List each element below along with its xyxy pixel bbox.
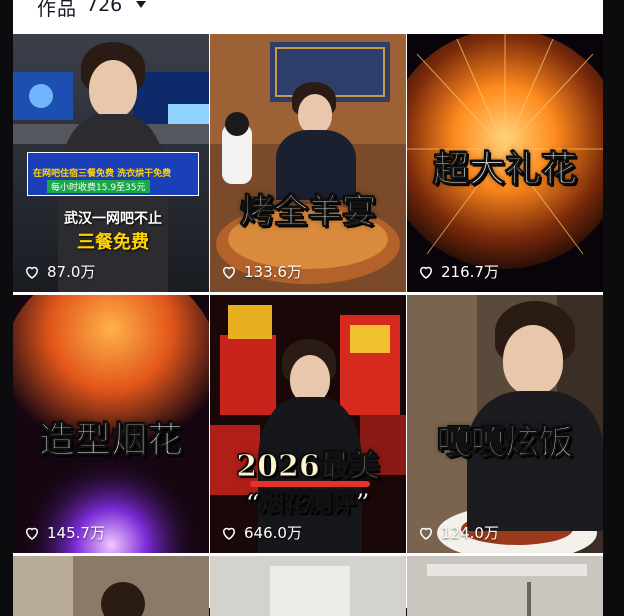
cover-caption-1: 武汉一网吧不止 xyxy=(64,211,162,227)
heart-icon xyxy=(25,266,39,279)
heart-icon xyxy=(222,266,236,279)
heart-icon xyxy=(419,527,433,540)
like-count: 646.0万 xyxy=(220,522,302,543)
cover-subtitle-1: 在网吧住宿三餐免费 洗衣烘干免费 xyxy=(33,169,172,179)
like-count-text: 145.7万 xyxy=(47,524,105,542)
like-count: 133.6万 xyxy=(220,261,302,282)
heart-icon xyxy=(419,266,433,279)
video-thumbnail[interactable]: 在网吧住宿三餐免费 洗衣烘干免费 每小时收费15.9至35元 武汉一网吧不止 三… xyxy=(13,34,209,292)
person-face xyxy=(298,94,332,134)
like-count: 124.0万 xyxy=(417,522,499,543)
person-face xyxy=(89,60,137,118)
cover-caption: 超大礼花 xyxy=(432,148,577,191)
cover-image xyxy=(210,556,406,616)
cover-caption-1: 2026最美 xyxy=(236,449,381,485)
cover-image xyxy=(407,556,603,616)
cover-subtitle-2: 每小时收费15.9至35元 xyxy=(47,180,150,193)
like-count-text: 133.6万 xyxy=(244,263,302,281)
person-face xyxy=(290,355,330,403)
like-count-text: 216.7万 xyxy=(441,263,499,281)
video-thumbnail[interactable] xyxy=(13,556,209,616)
heart-icon xyxy=(222,527,236,540)
like-count-text: 124.0万 xyxy=(441,524,499,542)
like-count-text: 646.0万 xyxy=(244,524,302,542)
cover-caption: 嘎嘎炫饭 xyxy=(437,423,574,464)
cover-image xyxy=(13,556,209,616)
like-count: 216.7万 xyxy=(417,261,499,282)
video-thumbnail[interactable]: 嘎嘎炫饭 124.0万 xyxy=(407,295,603,553)
video-thumbnail[interactable] xyxy=(407,556,603,616)
cover-caption-2: “烟花测评” xyxy=(246,488,371,518)
video-thumbnail[interactable]: 造型烟花 145.7万 xyxy=(13,295,209,553)
like-count-text: 87.0万 xyxy=(47,263,96,281)
profile-works-panel: 作品 726 在网吧住宿三餐免费 洗衣烘干免费 每小时收费15.9至35元 武汉… xyxy=(13,0,603,616)
works-tab-title: 作品 xyxy=(37,0,78,20)
caret-down-icon[interactable] xyxy=(134,0,148,11)
like-count: 145.7万 xyxy=(23,522,105,543)
works-tab-header[interactable]: 作品 726 xyxy=(13,0,603,33)
video-thumbnail[interactable] xyxy=(210,556,406,616)
video-thumbnail[interactable]: 烤全羊宴 133.6万 xyxy=(210,34,406,292)
works-count: 726 xyxy=(86,0,123,16)
cover-caption-2: 三餐免费 xyxy=(77,232,149,253)
video-thumbnail[interactable]: 2026最美 “烟花测评” 646.0万 xyxy=(210,295,406,553)
heart-icon xyxy=(25,527,39,540)
cover-caption: 造型烟花 xyxy=(38,419,183,462)
cover-caption: 烤全羊宴 xyxy=(240,192,377,233)
person-face xyxy=(503,325,563,395)
like-count: 87.0万 xyxy=(23,261,95,282)
video-thumbnail[interactable]: 超大礼花 216.7万 xyxy=(407,34,603,292)
